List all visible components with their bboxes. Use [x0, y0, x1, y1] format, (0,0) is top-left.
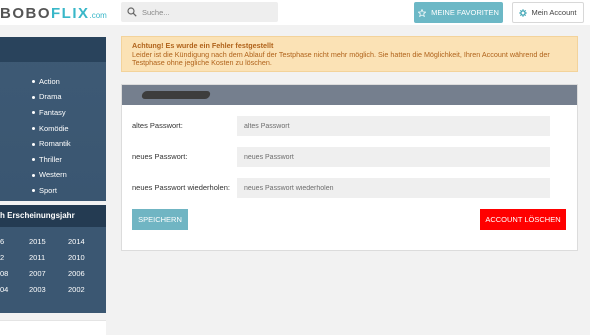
delete-account-button[interactable]: ACCOUNT LÖSCHEN	[480, 209, 566, 230]
sidebar-genres-header	[0, 37, 106, 62]
alert-message: Leider ist die Kündigung nach dem Ablauf…	[132, 49, 550, 68]
genre-item[interactable]: Thriller	[32, 152, 71, 168]
genre-item[interactable]: Drama	[32, 90, 71, 106]
year-link[interactable]: 04	[0, 285, 8, 294]
year-link[interactable]: 2011	[29, 253, 45, 262]
year-link[interactable]: 2003	[29, 285, 46, 294]
account-button[interactable]: Mein Account	[512, 2, 584, 23]
year-grid: 6 2015 2014 2 2011 2010 08 2007 2006 04 …	[0, 236, 106, 300]
error-alert: Achtung! Es wurde ein Fehler festgestell…	[121, 36, 578, 72]
year-link[interactable]: 2014	[68, 237, 85, 246]
logo-part-1: BOBO	[0, 5, 51, 22]
genre-item[interactable]: Romantik	[32, 136, 71, 152]
form-row-repeat-password: neues Passwort wiederholen:	[132, 178, 572, 198]
search-icon[interactable]	[127, 7, 137, 17]
logo-part-2: FLIX	[51, 5, 90, 22]
genre-item[interactable]: Komödie	[32, 121, 71, 137]
year-link[interactable]: 2	[0, 253, 4, 262]
old-password-label: altes Passwort:	[132, 121, 183, 130]
favorites-button[interactable]: MEINE FAVORITEN	[414, 2, 503, 23]
genre-item[interactable]: Action	[32, 74, 71, 90]
favorites-label: MEINE FAVORITEN	[431, 8, 499, 17]
year-row: 08 2007 2006	[0, 268, 106, 284]
sidebar-panel-bottom	[0, 320, 106, 335]
year-link[interactable]: 2006	[68, 269, 85, 278]
year-row: 04 2003 2002	[0, 284, 106, 300]
logo-part-3: .com	[89, 11, 107, 20]
card-header	[122, 85, 577, 105]
star-icon	[418, 8, 427, 17]
password-card: altes Passwort: neues Passwort: neues Pa…	[121, 84, 578, 251]
genre-item[interactable]: Fantasy	[32, 105, 71, 121]
logo[interactable]: BOBOFLIX.com	[0, 5, 107, 22]
form-row-new-password: neues Passwort:	[132, 147, 572, 167]
sidebar-years: h Erscheinungsjahr 6 2015 2014 2 2011 20…	[0, 205, 106, 313]
save-button[interactable]: SPEICHERN	[132, 209, 188, 230]
year-link[interactable]: 2002	[68, 285, 85, 294]
sidebar-genres: Action Drama Fantasy Komödie Romantik Th…	[0, 37, 106, 201]
sidebar-years-header: h Erscheinungsjahr	[0, 205, 106, 227]
new-password-label: neues Passwort:	[132, 152, 188, 161]
search-input[interactable]	[142, 4, 272, 20]
old-password-field[interactable]	[237, 116, 550, 136]
year-link[interactable]: 08	[0, 269, 8, 278]
genre-item[interactable]: Sport	[32, 183, 71, 199]
repeat-password-field[interactable]	[237, 178, 550, 198]
repeat-password-label: neues Passwort wiederholen:	[132, 183, 230, 192]
year-link[interactable]: 2010	[68, 253, 85, 262]
new-password-field[interactable]	[237, 147, 550, 167]
account-label: Mein Account	[531, 8, 577, 17]
year-link[interactable]: 2015	[29, 237, 46, 246]
search-box	[121, 2, 278, 22]
year-link[interactable]: 2007	[29, 269, 46, 278]
gear-icon	[519, 8, 528, 17]
year-row: 6 2015 2014	[0, 236, 106, 252]
genre-item[interactable]: Western	[32, 168, 71, 184]
redacted-username	[140, 91, 212, 99]
top-bar: BOBOFLIX.com MEINE FAVORITEN Mein Accoun…	[0, 0, 590, 25]
year-link[interactable]: 6	[0, 237, 4, 246]
genre-list: Action Drama Fantasy Komödie Romantik Th…	[32, 74, 71, 199]
form-row-old-password: altes Passwort:	[132, 116, 572, 136]
year-row: 2 2011 2010	[0, 252, 106, 268]
